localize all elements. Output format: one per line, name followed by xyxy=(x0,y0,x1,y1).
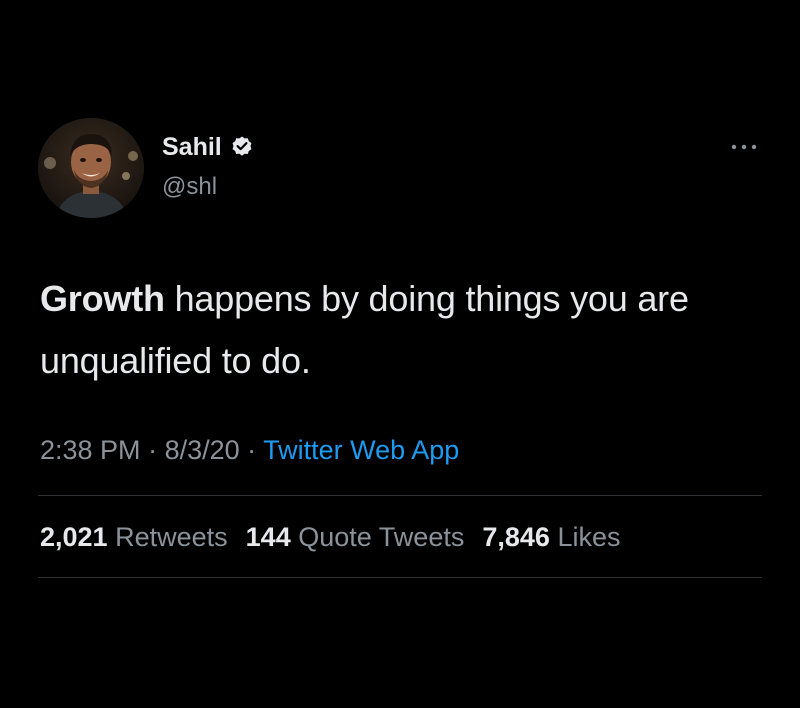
tweet-date[interactable]: 8/3/20 xyxy=(165,435,240,465)
retweets-stat[interactable]: 2,021 Retweets xyxy=(40,519,228,555)
likes-label: Likes xyxy=(557,522,621,552)
divider xyxy=(38,577,762,578)
likes-count: 7,846 xyxy=(482,522,550,552)
tweet-text: Growth happens by doing things you are u… xyxy=(40,268,760,392)
quote-tweets-count: 144 xyxy=(245,522,291,552)
tweet-stats: 2,021 Retweets 144 Quote Tweets 7,846 Li… xyxy=(40,519,620,555)
author-display-name[interactable]: Sahil xyxy=(162,132,222,162)
retweets-count: 2,021 xyxy=(40,522,108,552)
tweet-source-link[interactable]: Twitter Web App xyxy=(263,435,459,465)
more-options-icon[interactable] xyxy=(729,140,759,152)
quote-tweets-label: Quote Tweets xyxy=(298,522,465,552)
divider xyxy=(38,495,762,496)
quote-tweets-stat[interactable]: 144 Quote Tweets xyxy=(246,519,465,555)
likes-stat[interactable]: 7,846 Likes xyxy=(482,519,620,555)
meta-separator: · xyxy=(140,435,165,465)
tweet-meta: 2:38 PM · 8/3/20 · Twitter Web App xyxy=(40,432,459,468)
retweets-label: Retweets xyxy=(115,522,228,552)
tweet-time[interactable]: 2:38 PM xyxy=(40,435,141,465)
tweet-text-bold: Growth xyxy=(40,278,165,319)
avatar-image xyxy=(38,118,144,218)
avatar[interactable] xyxy=(38,118,144,218)
meta-separator: · xyxy=(239,435,264,465)
verified-badge-icon xyxy=(230,135,254,159)
author-name-row: Sahil xyxy=(162,132,254,162)
tweet-card: Sahil @shl Growth happens by doing thing… xyxy=(0,0,800,708)
author-handle[interactable]: @shl xyxy=(162,172,217,202)
